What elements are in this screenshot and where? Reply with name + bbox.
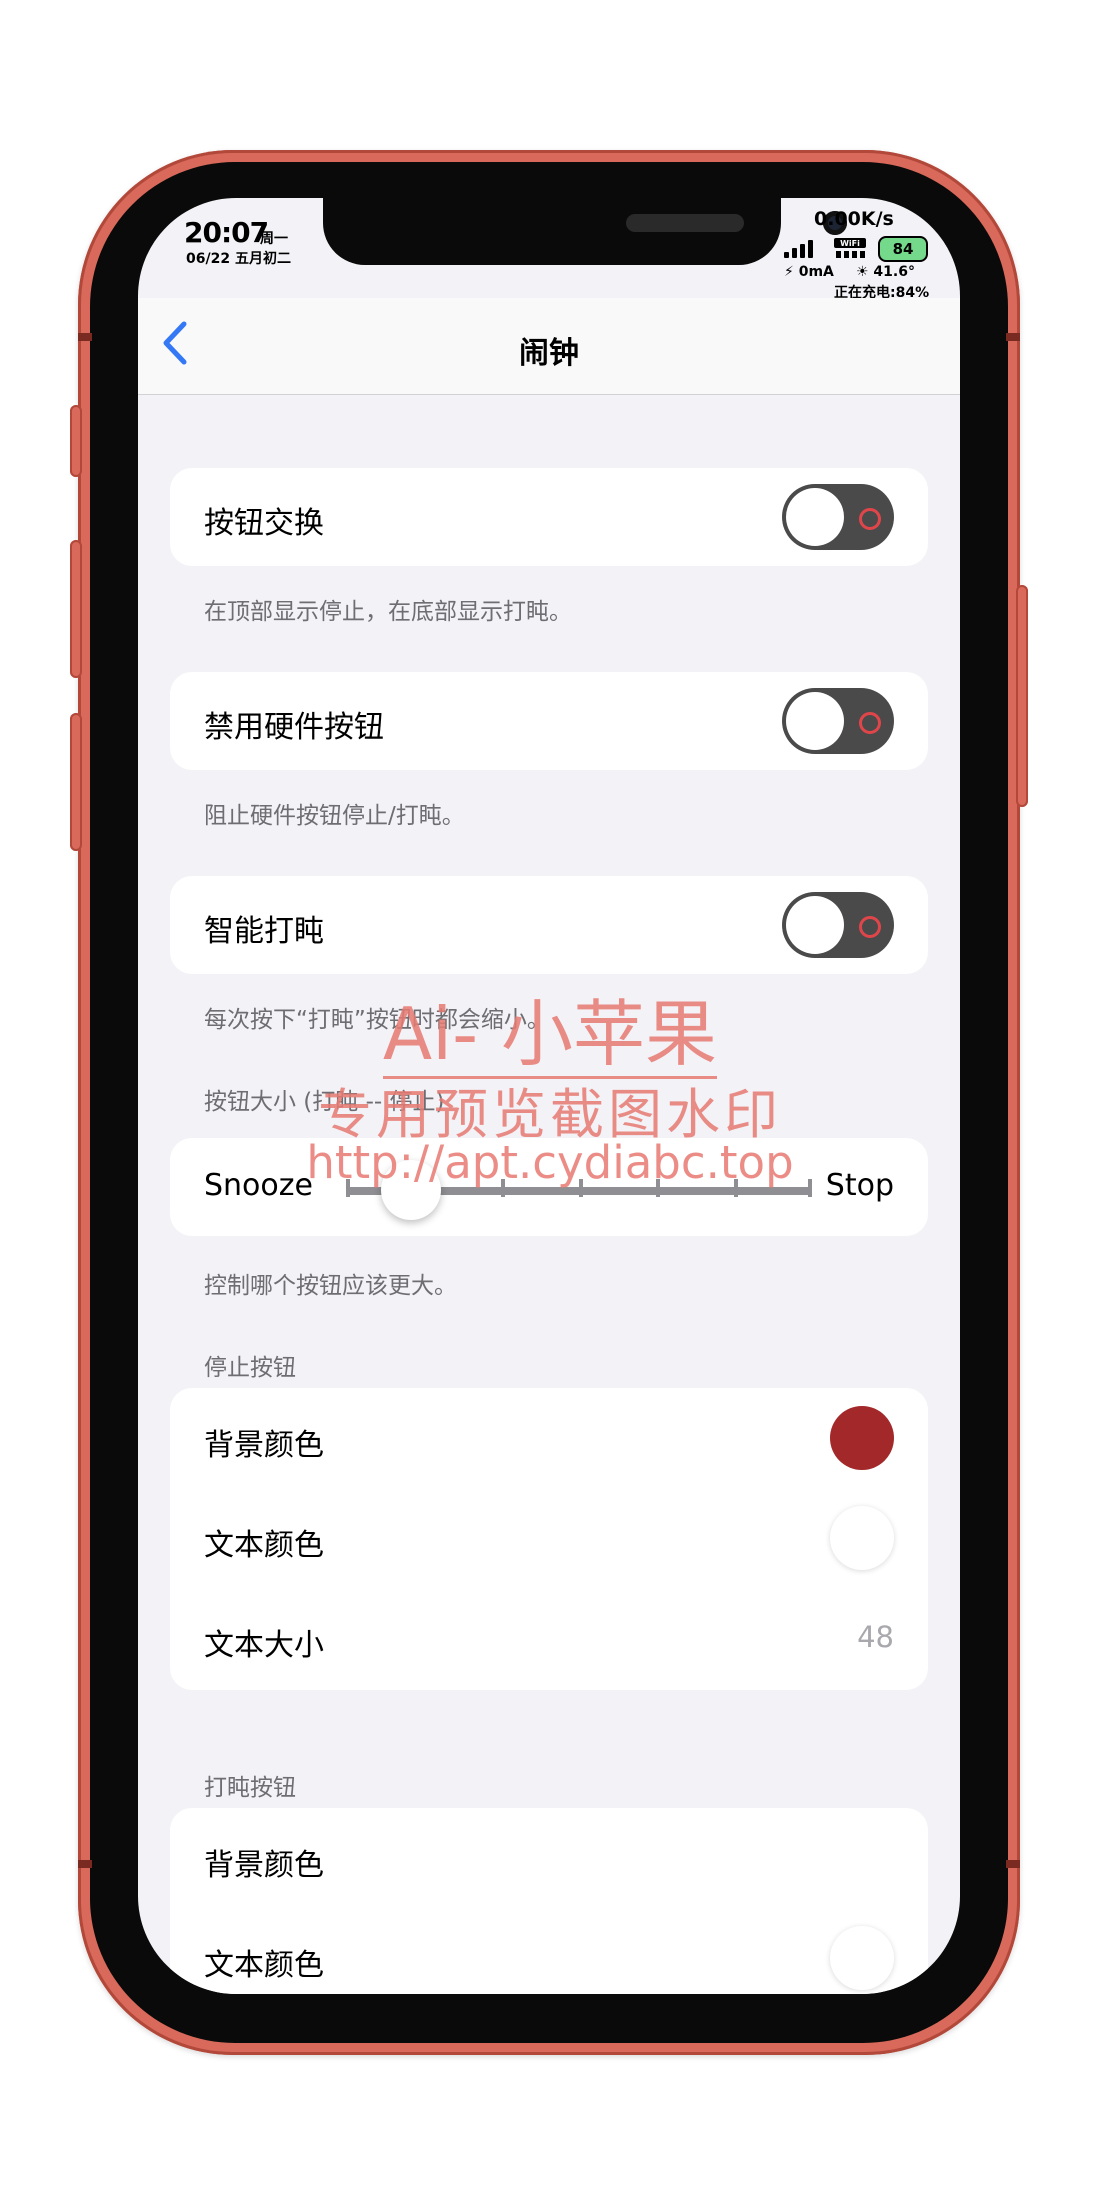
snooze-button-header: 打盹按钮 (204, 1775, 296, 1801)
battery-current: ⚡ 0mA (784, 264, 834, 280)
wifi-icon: WiFi (834, 238, 866, 258)
notch (323, 198, 847, 265)
antenna-line (78, 1860, 92, 1868)
volume-down-button (70, 713, 82, 851)
snooze-bg-color-row[interactable]: 背景颜色 (170, 1808, 928, 1908)
toggle-off-indicator-icon (859, 508, 881, 530)
button-size-footer: 控制哪个按钮应该更大。 (204, 1273, 457, 1299)
stop-text-size-label: 文本大小 (204, 1628, 324, 1663)
snooze-bg-color-label: 背景颜色 (204, 1848, 324, 1883)
status-date: 06/22 五月初二 (186, 251, 291, 267)
button-swap-toggle[interactable] (782, 484, 894, 550)
watermark-url: http://apt.cydiabc.top (306, 1136, 794, 1189)
status-weekday: 周一 (260, 231, 288, 247)
watermark-title: Ai- 小苹果 (0, 975, 1100, 1080)
mute-switch (70, 405, 82, 477)
smart-snooze-toggle[interactable] (782, 892, 894, 958)
button-swap-footer: 在顶部显示停止，在底部显示打盹。 (204, 599, 572, 625)
setting-row-button-swap[interactable]: 按钮交换 (170, 468, 928, 566)
disable-hardware-label: 禁用硬件按钮 (204, 710, 384, 745)
stop-text-color-label: 文本颜色 (204, 1528, 324, 1563)
setting-row-disable-hardware[interactable]: 禁用硬件按钮 (170, 672, 928, 770)
toggle-knob (786, 692, 844, 750)
navigation-bar: 闹钟 (138, 298, 960, 395)
speaker-grille (626, 214, 744, 232)
snooze-text-color-swatch[interactable] (830, 1926, 894, 1990)
stop-text-size-value: 48 (857, 1620, 894, 1654)
snooze-text-color-label: 文本颜色 (204, 1948, 324, 1983)
toggle-knob (786, 488, 844, 546)
battery-temperature: ☀ 41.6° (856, 264, 915, 280)
volume-up-button (70, 540, 82, 678)
stop-text-color-swatch[interactable] (830, 1506, 894, 1570)
status-time: 20:07 (184, 216, 269, 249)
disable-hardware-toggle[interactable] (782, 688, 894, 754)
toggle-off-indicator-icon (859, 712, 881, 734)
snooze-text-color-row[interactable]: 文本颜色 (170, 1908, 928, 1994)
setting-row-smart-snooze[interactable]: 智能打盹 (170, 876, 928, 974)
button-swap-label: 按钮交换 (204, 506, 324, 541)
stop-text-color-row[interactable]: 文本颜色 (170, 1488, 928, 1588)
antenna-line (78, 333, 92, 341)
page-title: 闹钟 (519, 336, 579, 371)
network-speed: 0.00K/s (814, 208, 894, 230)
smart-snooze-label: 智能打盹 (204, 914, 324, 949)
antenna-line (1006, 333, 1020, 341)
toggle-off-indicator-icon (859, 916, 881, 938)
toggle-knob (786, 896, 844, 954)
stop-bg-color-swatch[interactable] (830, 1406, 894, 1470)
snooze-button-group: 背景颜色 文本颜色 (170, 1808, 928, 1994)
stop-bg-color-label: 背景颜色 (204, 1428, 324, 1463)
antenna-line (1006, 1860, 1020, 1868)
stop-text-size-row[interactable]: 文本大小 48 (170, 1588, 928, 1688)
cellular-signal-icon (784, 238, 818, 258)
power-button (1016, 585, 1028, 807)
stop-button-group: 背景颜色 文本颜色 文本大小 48 (170, 1388, 928, 1690)
stop-bg-color-row[interactable]: 背景颜色 (170, 1388, 928, 1488)
disable-hardware-footer: 阻止硬件按钮停止/打盹。 (204, 803, 465, 829)
battery-icon: 84 (878, 236, 928, 262)
svg-text:WiFi: WiFi (840, 239, 860, 248)
stop-button-header: 停止按钮 (204, 1355, 296, 1381)
